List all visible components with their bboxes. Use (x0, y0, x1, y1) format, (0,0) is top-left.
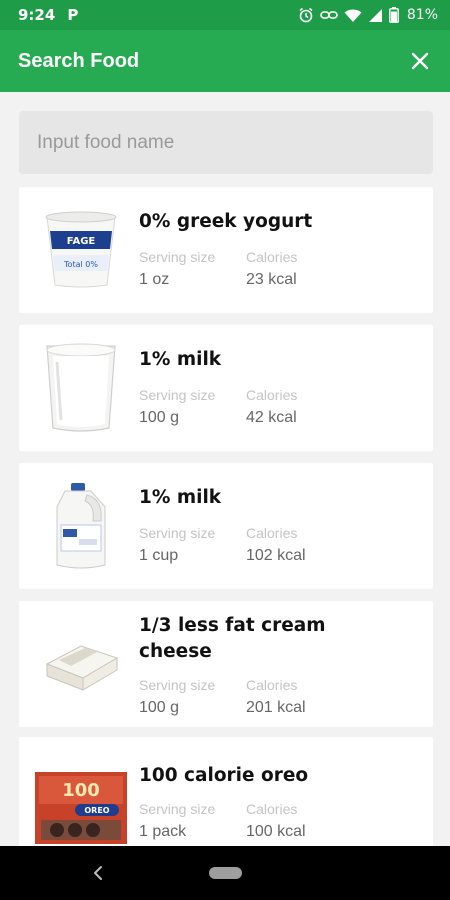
serving-size-value: 100 g (139, 699, 180, 716)
food-name: 1/3 less fat cream cheese (139, 615, 326, 662)
oreo-pack-image: 100 OREO (35, 763, 127, 846)
svg-text:Total 0%: Total 0% (63, 260, 98, 269)
serving-size-value: 1 cup (139, 547, 179, 564)
serving-size-value: 1 oz (139, 271, 170, 288)
serving-size-label: Serving size (139, 525, 216, 541)
food-list-area: FAGE Total 0% 0% greek yogurt Serving si… (0, 92, 450, 846)
battery-percent: 81% (406, 7, 438, 23)
home-pill[interactable] (209, 867, 242, 879)
food-item[interactable]: 100 OREO 100 calorie oreo Serving size 1… (19, 737, 433, 846)
svg-text:OREO: OREO (84, 806, 109, 815)
serving-size-label: Serving size (139, 249, 216, 265)
food-name: 1% milk (139, 487, 222, 508)
serving-size-label: Serving size (139, 801, 216, 817)
status-time: 9:24 (18, 6, 56, 24)
calories-label: Calories (246, 677, 298, 693)
calories-label: Calories (246, 801, 298, 817)
alarm-icon (299, 7, 313, 23)
signal-icon (368, 8, 382, 22)
food-name: 1% milk (139, 349, 222, 370)
close-icon[interactable] (408, 49, 432, 73)
calories-label: Calories (246, 249, 298, 265)
status-icons: 81% (298, 7, 438, 23)
page-title: Search Food (18, 49, 140, 72)
svg-text:FAGE: FAGE (67, 236, 96, 247)
calories-label: Calories (246, 525, 298, 541)
food-item[interactable]: 1% milk Serving size 100 g Calories 42 k… (19, 325, 433, 451)
serving-size-value: 100 g (139, 409, 180, 426)
food-name: 0% greek yogurt (139, 211, 313, 232)
status-bar: 9:24 P 81% (0, 0, 450, 30)
food-item[interactable]: 1% milk Serving size 1 cup Calories 102 … (19, 463, 433, 589)
system-nav-bar (0, 846, 450, 900)
milk-glass-image (35, 343, 127, 433)
cream-cheese-image (35, 619, 127, 709)
yogurt-image: FAGE Total 0% (35, 205, 127, 295)
back-icon[interactable] (90, 864, 106, 882)
serving-size-label: Serving size (139, 387, 216, 403)
svg-text:100: 100 (62, 780, 100, 801)
food-item[interactable]: 1/3 less fat cream cheese Serving size 1… (19, 601, 433, 727)
calories-value: 201 kcal (246, 699, 306, 716)
battery-icon (388, 7, 399, 23)
serving-size-value: 1 pack (139, 823, 187, 840)
calories-value: 102 kcal (246, 547, 306, 564)
food-name: 100 calorie oreo (139, 765, 309, 786)
calories-label: Calories (246, 387, 298, 403)
parking-app-icon: P (67, 6, 79, 24)
search-input[interactable] (37, 131, 415, 154)
calories-value: 100 kcal (246, 823, 306, 840)
search-box[interactable] (19, 111, 433, 174)
calories-value: 23 kcal (246, 271, 297, 288)
food-item[interactable]: FAGE Total 0% 0% greek yogurt Serving si… (19, 187, 433, 313)
calories-value: 42 kcal (246, 409, 297, 426)
wifi-icon (344, 9, 362, 22)
serving-size-label: Serving size (139, 677, 216, 693)
app-bar: Search Food (0, 30, 450, 92)
link-icon (320, 11, 338, 19)
milk-jug-image (35, 481, 127, 571)
